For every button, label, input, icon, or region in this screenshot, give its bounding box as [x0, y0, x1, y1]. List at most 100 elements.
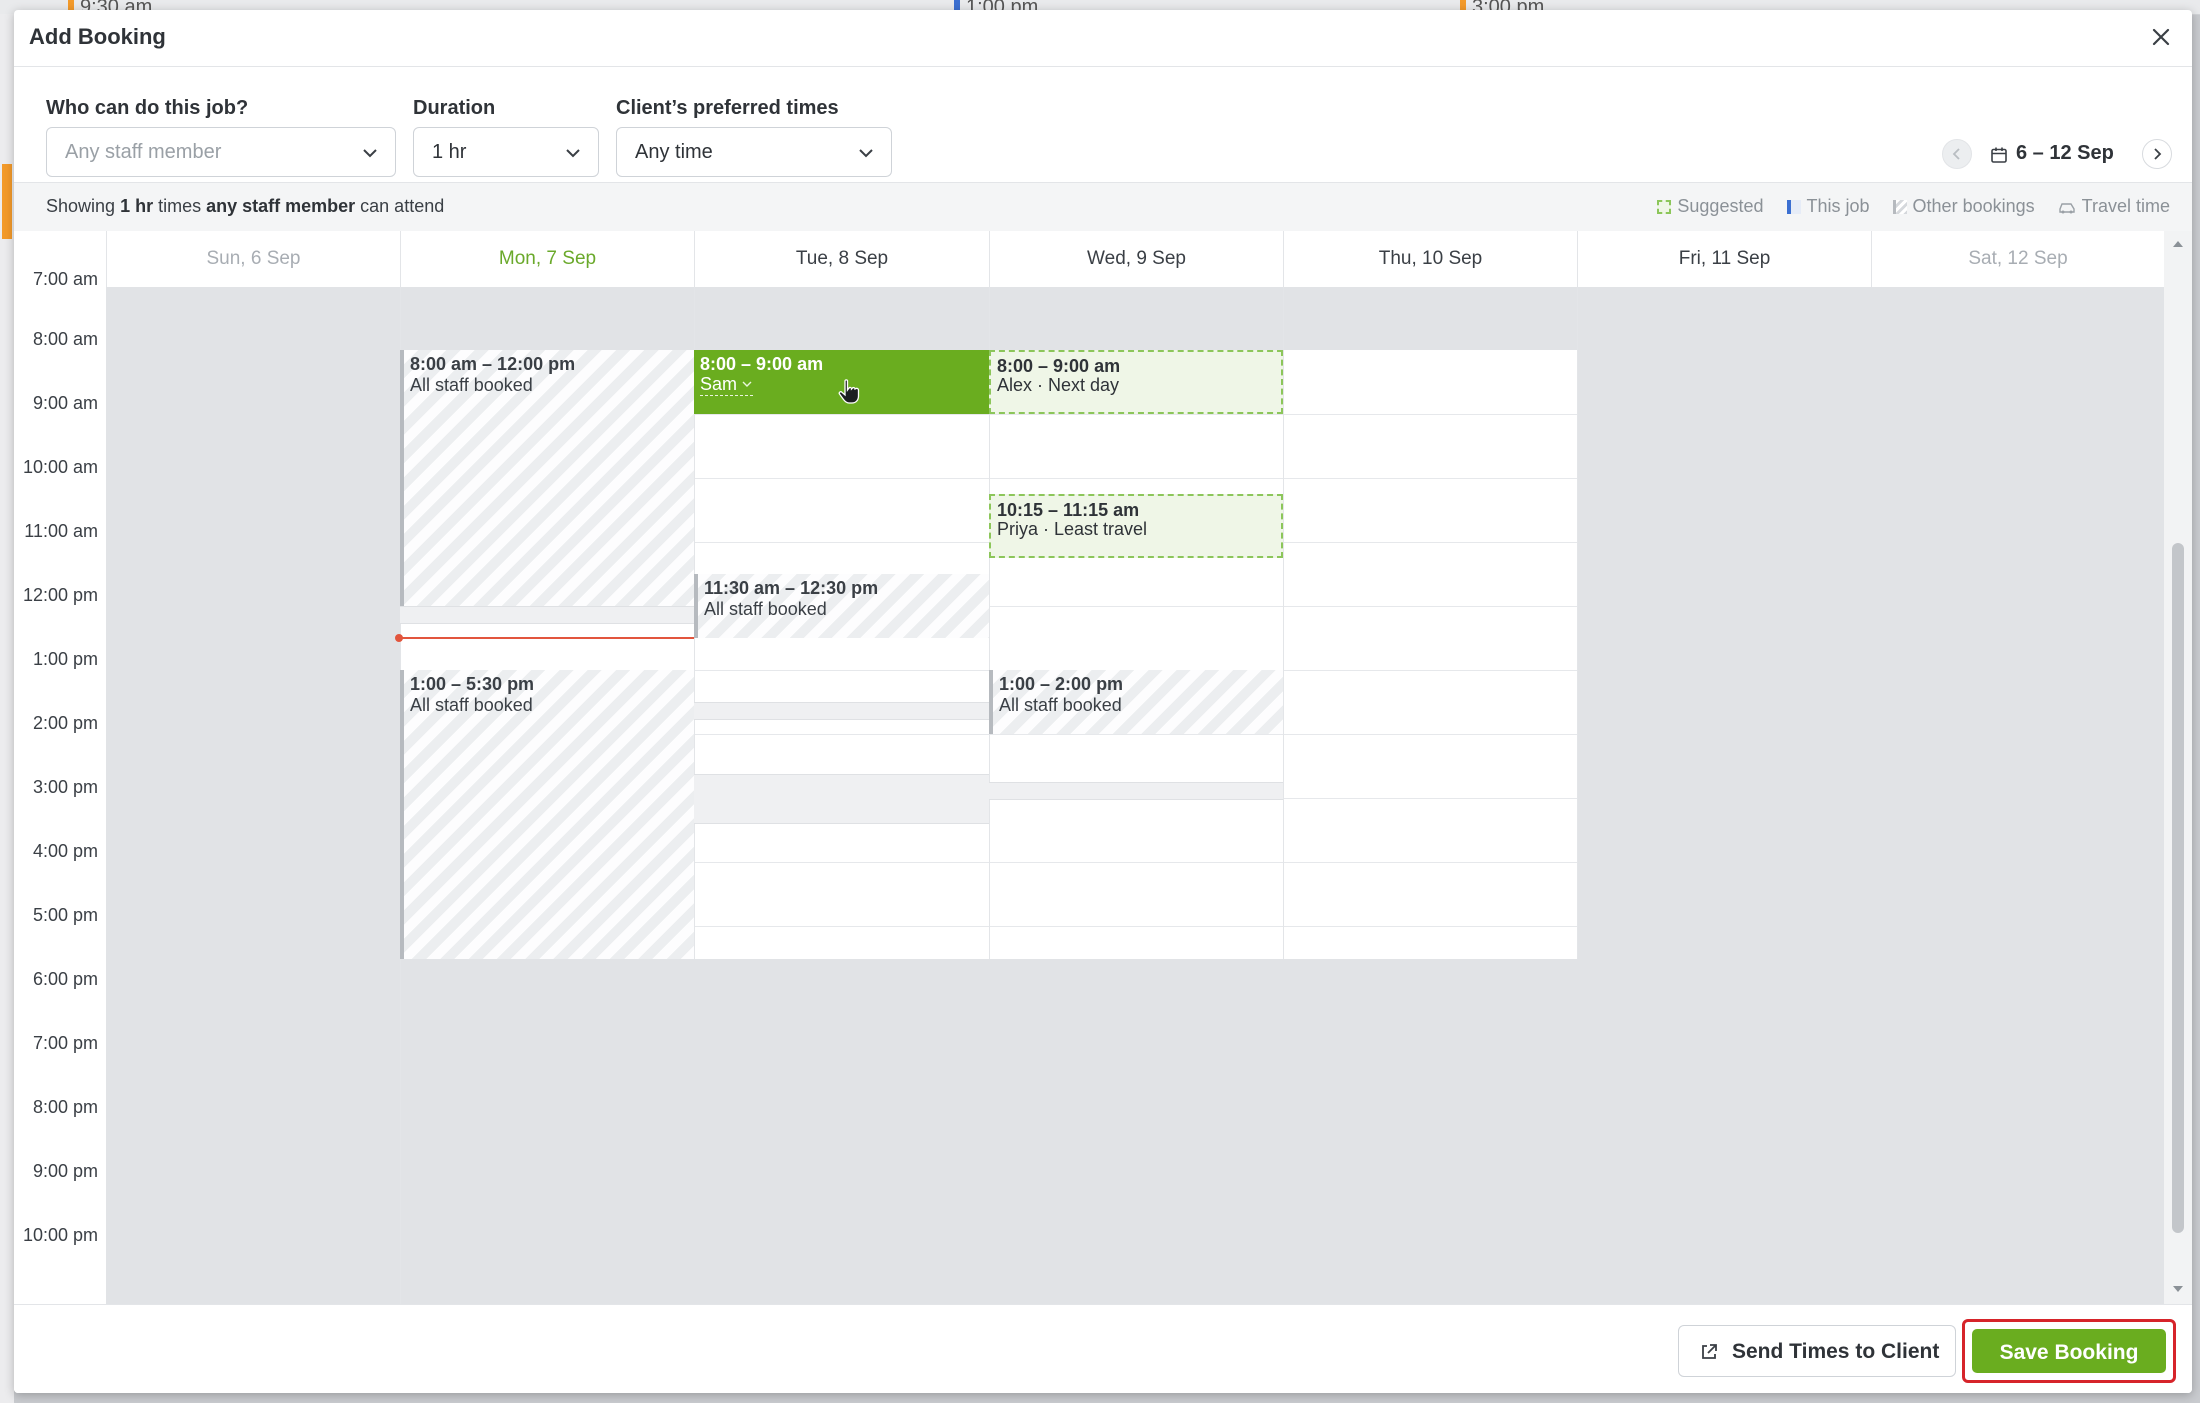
- calendar-grid: 8:00 am – 12:00 pm All staff booked 1:00…: [106, 287, 2164, 1304]
- booking-time: 8:00 – 9:00 am: [700, 354, 824, 374]
- staff-select-placeholder: Any staff member: [65, 141, 222, 163]
- chevron-down-icon: [566, 149, 580, 158]
- assigned-staff-select[interactable]: Sam: [700, 374, 754, 396]
- day-header-mon: Mon, 7 Sep: [400, 231, 694, 287]
- assigned-staff-name: Sam: [700, 374, 738, 394]
- time-label: 10:00 pm: [22, 1225, 98, 1245]
- showing-duration: 1 hr: [120, 196, 154, 216]
- send-times-label: Send Times to Client: [1732, 1340, 1940, 1363]
- duration-value: 1 hr: [432, 141, 467, 163]
- suggested-slot[interactable]: 8:00 – 9:00 am Alex · Next day: [989, 350, 1283, 414]
- preferred-times-label: Client’s preferred times: [616, 97, 839, 119]
- save-booking-label: Save Booking: [1999, 1341, 2139, 1364]
- other-booking[interactable]: 1:00 – 2:00 pm All staff booked: [989, 670, 1283, 734]
- day-divider: [1283, 287, 1284, 959]
- legend-other-label: Other bookings: [1912, 196, 2035, 216]
- showing-middle: times: [153, 196, 207, 216]
- current-time-line: [400, 637, 694, 639]
- suggested-label: Alex · Next day: [997, 375, 1120, 395]
- day-header-row: Sun, 6 Sep Mon, 7 Sep Tue, 8 Sep Wed, 9 …: [14, 231, 2164, 288]
- legend-this-job-label: This job: [1806, 196, 1870, 216]
- time-label: 2:00 pm: [32, 713, 98, 733]
- modal-header: Add Booking: [14, 10, 2192, 67]
- staff-label: Who can do this job?: [46, 97, 249, 119]
- booking-label: All staff booked: [410, 375, 533, 395]
- unavailable-slot: [694, 702, 989, 720]
- close-icon[interactable]: [2146, 22, 2176, 52]
- suggested-slot[interactable]: 10:15 – 11:15 am Priya · Least travel: [989, 494, 1283, 558]
- legend-travel-time: Travel time: [2058, 196, 2170, 217]
- showing-who: any staff member: [206, 196, 356, 216]
- showing-suffix: can attend: [355, 196, 445, 216]
- staff-select[interactable]: Any staff member: [46, 127, 396, 177]
- time-label: 8:00 am: [32, 329, 98, 349]
- scrollbar-thumb[interactable]: [2172, 543, 2184, 1233]
- scroll-down-arrow-icon[interactable]: [2171, 1284, 2185, 1294]
- background-event: [2, 164, 12, 239]
- chevron-down-icon: [859, 149, 873, 158]
- booking-time: 1:00 – 5:30 pm: [410, 674, 535, 694]
- preferred-times-value: Any time: [635, 141, 713, 163]
- time-label: 7:00 am: [32, 269, 98, 289]
- day-header-wed: Wed, 9 Sep: [989, 231, 1283, 287]
- booking-label: All staff booked: [410, 695, 533, 715]
- day-header-sat: Sat, 12 Sep: [1871, 231, 2164, 287]
- chevron-down-icon: [363, 149, 377, 158]
- time-label: 5:00 pm: [32, 905, 98, 925]
- chevron-left-icon: [1952, 148, 1960, 160]
- booking-time: 11:30 am – 12:30 pm: [704, 578, 879, 598]
- time-label: 3:00 pm: [32, 777, 98, 797]
- preferred-times-select[interactable]: Any time: [616, 127, 892, 177]
- booking-filters: Who can do this job? Any staff member Du…: [14, 67, 2192, 185]
- other-booking[interactable]: 11:30 am – 12:30 pm All staff booked: [694, 574, 989, 638]
- duration-select[interactable]: 1 hr: [413, 127, 599, 177]
- background-left-panel: [0, 14, 14, 1403]
- save-booking-button[interactable]: Save Booking: [1972, 1329, 2166, 1373]
- suggested-time: 10:15 – 11:15 am: [997, 500, 1140, 520]
- showing-prefix: Showing: [46, 196, 121, 216]
- prev-week-button[interactable]: [1942, 139, 1972, 169]
- booking-label: All staff booked: [704, 599, 827, 619]
- time-label: 8:00 pm: [32, 1097, 98, 1117]
- add-booking-modal: Add Booking Who can do this job? Any sta…: [14, 10, 2192, 1393]
- time-label: 9:00 am: [32, 393, 98, 413]
- day-header-fri: Fri, 11 Sep: [1577, 231, 1871, 287]
- booking-time: 1:00 – 2:00 pm: [999, 674, 1124, 694]
- other-booking[interactable]: 1:00 – 5:30 pm All staff booked: [400, 670, 694, 959]
- duration-label: Duration: [413, 97, 496, 119]
- week-range[interactable]: 6 – 12 Sep: [2016, 142, 2114, 165]
- day-header-sun: Sun, 6 Sep: [106, 231, 400, 287]
- other-bookings-swatch-icon: [1892, 200, 1907, 214]
- legend-travel-label: Travel time: [2081, 196, 2170, 216]
- day-header-tue: Tue, 8 Sep: [694, 231, 989, 287]
- day-header-thu: Thu, 10 Sep: [1283, 231, 1577, 287]
- time-label: 7:00 pm: [32, 1033, 98, 1053]
- chevron-down-icon: [742, 381, 752, 387]
- unavailable-slot: [694, 774, 989, 824]
- send-times-button[interactable]: Send Times to Client: [1678, 1325, 1956, 1377]
- time-label: 4:00 pm: [32, 841, 98, 861]
- next-week-button[interactable]: [2142, 139, 2172, 169]
- external-link-icon: [1702, 1344, 1717, 1359]
- legend-suggested-label: Suggested: [1677, 196, 1764, 216]
- time-gutter: 7:00 am 8:00 am 9:00 am 10:00 am 11:00 a…: [14, 269, 107, 1304]
- showing-text: Showing 1 hr times any staff member can …: [46, 196, 444, 217]
- time-label: 9:00 pm: [32, 1161, 98, 1181]
- other-booking[interactable]: 8:00 am – 12:00 pm All staff booked: [400, 350, 694, 606]
- availability-info-bar: Showing 1 hr times any staff member can …: [14, 182, 2192, 232]
- time-label: 11:00 am: [24, 521, 98, 541]
- calendar-scrollbar[interactable]: [2164, 231, 2192, 1304]
- day-divider: [1577, 287, 1578, 959]
- time-label: 12:00 pm: [22, 585, 98, 605]
- scroll-up-arrow-icon[interactable]: [2171, 239, 2185, 249]
- week-navigator: 6 – 12 Sep: [1942, 139, 2172, 173]
- modal-title: Add Booking: [29, 24, 166, 49]
- week-calendar: Sun, 6 Sep Mon, 7 Sep Tue, 8 Sep Wed, 9 …: [14, 231, 2192, 1304]
- time-label: 1:00 pm: [32, 649, 98, 669]
- calendar-legend: Suggested This job Other bookings Travel…: [1639, 196, 2170, 217]
- legend-suggested: Suggested: [1657, 196, 1763, 217]
- suggested-swatch-icon: [1657, 200, 1672, 214]
- time-label: 10:00 am: [22, 457, 98, 477]
- hand-cursor-icon: [838, 379, 860, 404]
- suggested-time: 8:00 – 9:00 am: [997, 356, 1121, 376]
